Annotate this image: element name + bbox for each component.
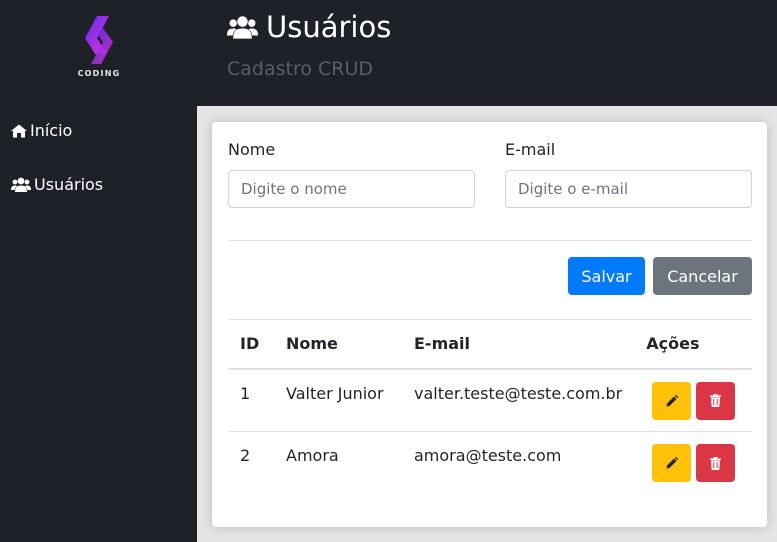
col-header-id: ID	[240, 334, 260, 354]
page-title-text: Usuários	[266, 10, 392, 44]
edit-button[interactable]	[652, 381, 692, 420]
logo-icon	[85, 16, 113, 64]
page-title: Usuários	[227, 10, 391, 44]
delete-button[interactable]	[696, 444, 736, 482]
crud-card: Nome E-mail Salvar Cancelar ID Nome E-ma…	[212, 122, 767, 527]
pencil-icon	[666, 457, 678, 469]
users-table: ID Nome E-mail Ações 1 Valter Junior val…	[228, 319, 752, 495]
cell-id: 2	[240, 446, 251, 465]
main-content: Nome E-mail Salvar Cancelar ID Nome E-ma…	[197, 106, 777, 542]
col-header-actions: Ações	[646, 334, 700, 354]
logo-text: CODING	[77, 69, 121, 78]
form-divider	[228, 240, 752, 241]
users-icon	[227, 16, 258, 39]
table-row: 2 Amora amora@teste.com	[228, 432, 752, 495]
brand-logo[interactable]: CODING	[72, 14, 126, 88]
col-header-email: E-mail	[414, 334, 471, 354]
cell-id: 1	[240, 383, 251, 403]
cell-name: Valter Junior	[286, 383, 384, 403]
cell-email: valter.teste@teste.com.br	[414, 383, 623, 403]
trash-icon	[710, 456, 722, 470]
trash-icon	[710, 394, 722, 407]
col-header-name: Nome	[286, 334, 338, 354]
save-button[interactable]: Salvar	[568, 257, 645, 295]
users-icon	[11, 177, 31, 192]
page-subtitle: Cadastro CRUD	[227, 58, 374, 80]
page-header: Usuários Cadastro CRUD	[197, 0, 777, 106]
cancel-button[interactable]: Cancelar	[653, 257, 752, 295]
email-input[interactable]	[505, 170, 752, 208]
cell-email: amora@teste.com	[414, 446, 562, 465]
sidebar-item-inicio[interactable]: Início	[11, 121, 72, 140]
edit-button[interactable]	[652, 444, 692, 482]
table-header-row: ID Nome E-mail Ações	[228, 319, 752, 369]
sidebar: CODING Início Usuários	[0, 0, 197, 542]
email-label: E-mail	[505, 140, 556, 159]
name-label: Nome	[228, 140, 276, 159]
home-icon	[11, 124, 27, 137]
cell-actions	[634, 432, 752, 495]
name-input[interactable]	[228, 170, 475, 208]
sidebar-item-label: Usuários	[34, 175, 104, 194]
cell-name: Amora	[286, 446, 339, 465]
table-row: 1 Valter Junior valter.teste@teste.com.b…	[228, 369, 752, 432]
sidebar-item-usuarios[interactable]: Usuários	[11, 175, 103, 194]
pencil-icon	[666, 394, 678, 406]
sidebar-item-label: Início	[30, 121, 73, 140]
delete-button[interactable]	[696, 381, 736, 420]
cell-actions	[634, 369, 752, 432]
